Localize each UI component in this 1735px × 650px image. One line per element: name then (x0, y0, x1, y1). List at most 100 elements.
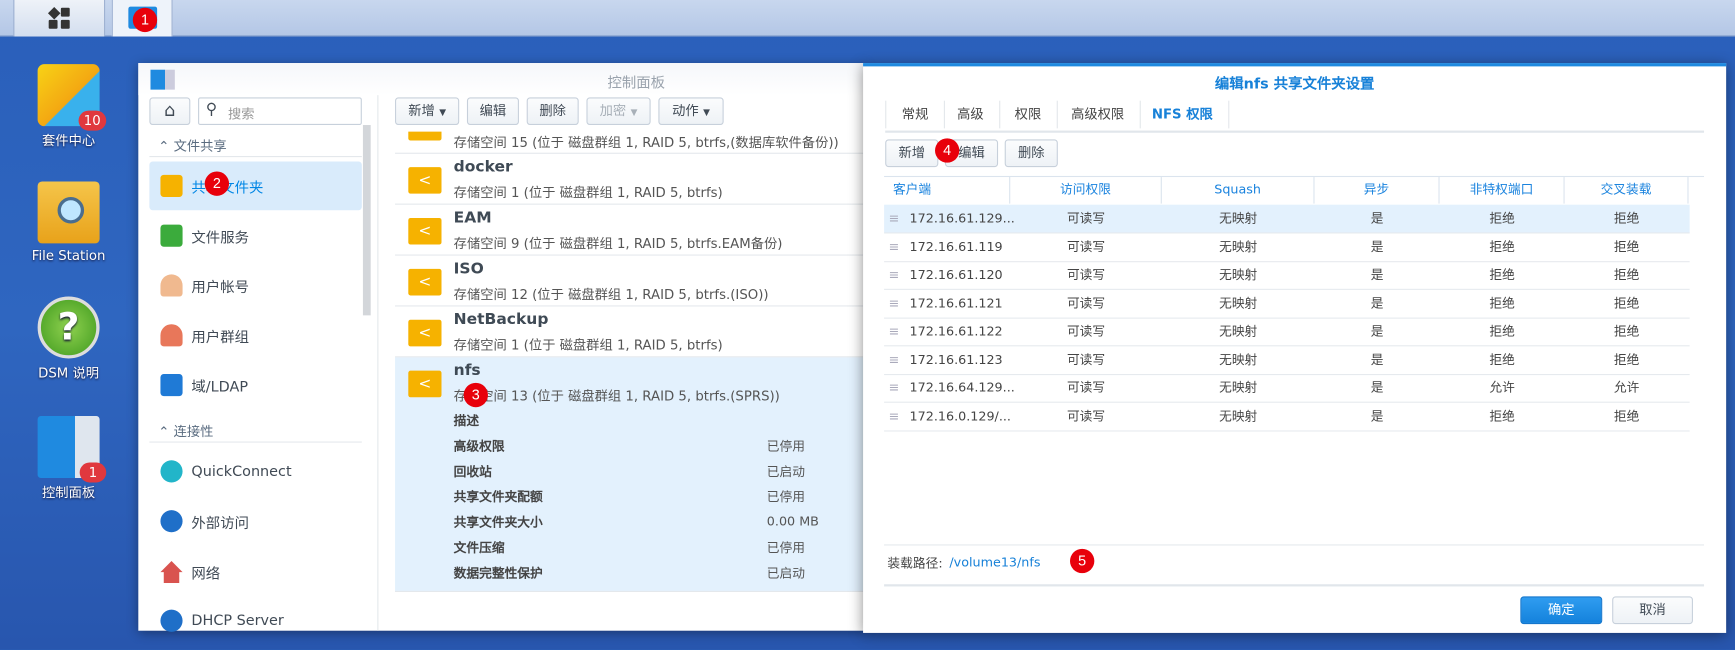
detail-value: 已停用 (766, 539, 805, 556)
search-input[interactable]: ⚲ 搜索 (198, 97, 362, 126)
folder-description: 存储空间 9 (位于 磁盘群组 1, RAID 5, btrfs.EAM备份) (453, 235, 783, 252)
table-row[interactable]: ≡ 172.16.61.119 可读写 无映射 是 拒绝 拒绝 (884, 233, 1690, 262)
globe-icon (160, 510, 183, 533)
list-item[interactable]: < docker 存储空间 1 (位于 磁盘群组 1, RAID 5, btrfs) (395, 154, 866, 205)
cell-non-privileged-port: 拒绝 (1489, 238, 1515, 254)
network-house-icon (160, 561, 183, 584)
cell-cross-mount: 拒绝 (1613, 210, 1640, 226)
cell-async: 是 (1370, 238, 1384, 254)
shared-folder-icon: < (408, 268, 442, 296)
drag-handle-icon[interactable]: ≡ (889, 346, 900, 374)
cell-cross-mount: 拒绝 (1613, 323, 1640, 339)
cell-privilege: 可读写 (1066, 351, 1106, 367)
column-header-squash[interactable]: Squash (1162, 177, 1315, 204)
column-header-cross-mount[interactable]: 交叉装载 (1565, 177, 1689, 204)
table-row[interactable]: ≡ 172.16.61.129... 可读写 无映射 是 拒绝 拒绝 (884, 204, 1690, 234)
list-item[interactable]: < ISO 存储空间 12 (位于 磁盘群组 1, RAID 5, btrfs.(I… (395, 256, 866, 307)
cell-cross-mount: 拒绝 (1613, 407, 1640, 424)
action-dropdown-button[interactable]: 动作 ▼ (658, 97, 724, 126)
section-file-sharing[interactable]: ⌃ 文件共享 (158, 136, 226, 155)
cell-privilege: 可读写 (1066, 210, 1106, 226)
cell-client: 172.16.61.123 (909, 351, 1003, 367)
cell-privilege: 可读写 (1066, 266, 1106, 283)
drag-handle-icon[interactable]: ≡ (889, 374, 900, 402)
folder-description: 存储空间 15 (位于 磁盘群组 1, RAID 5, btrfs,(数据库软件… (453, 134, 839, 151)
cell-non-privileged-port: 拒绝 (1489, 323, 1515, 339)
cancel-button[interactable]: 取消 (1612, 596, 1693, 625)
table-row[interactable]: ≡ 172.16.61.121 可读写 无映射 是 拒绝 拒绝 (884, 289, 1690, 319)
section-connectivity[interactable]: ⌃ 连接性 (158, 422, 213, 441)
list-item[interactable]: 存储空间 15 (位于 磁盘群组 1, RAID 5, btrfs,(数据库软件… (395, 131, 866, 154)
sidebar-item-shared-folder[interactable]: 共享文件夹 (149, 161, 362, 211)
delete-rule-button[interactable]: 删除 (1004, 139, 1058, 168)
mount-path-value: /volume13/nfs (949, 554, 1041, 570)
sidebar-item-label: 文件服务 (191, 229, 249, 247)
domain-icon (160, 374, 183, 397)
drag-handle-icon[interactable]: ≡ (889, 289, 900, 317)
table-row[interactable]: ≡ 172.16.61.120 可读写 无映射 是 拒绝 拒绝 (884, 261, 1690, 290)
sidebar-item-file-services[interactable]: 文件服务 (149, 211, 361, 260)
cell-client: 172.16.61.129... (909, 210, 1015, 226)
detail-value: 已启动 (766, 565, 805, 581)
folder-name: NetBackup (453, 310, 549, 329)
detail-value: 已启动 (766, 463, 805, 480)
tab-nfs-permissions[interactable]: NFS 权限 (1136, 100, 1230, 129)
column-header-privilege[interactable]: 访问权限 (1010, 177, 1162, 204)
file-services-icon (160, 224, 183, 247)
create-rule-button[interactable]: 新增 (885, 139, 939, 168)
create-dropdown-button[interactable]: 新增 ▼ (395, 97, 460, 126)
quickconnect-icon (160, 460, 183, 483)
sidebar-item-user[interactable]: 用户帐号 (149, 261, 361, 310)
main-menu-button[interactable] (13, 0, 106, 37)
table-row[interactable]: ≡ 172.16.64.129... 可读写 无映射 是 允许 允许 (884, 374, 1690, 403)
list-item[interactable]: < EAM 存储空间 9 (位于 磁盘群组 1, RAID 5, btrfs.EAM… (395, 205, 866, 256)
column-header-client[interactable]: 客户端 (884, 177, 1011, 204)
caret-down-icon: ▼ (439, 107, 447, 118)
table-row[interactable]: ≡ 172.16.61.122 可读写 无映射 是 拒绝 拒绝 (884, 318, 1690, 347)
column-header-non-privileged-port[interactable]: 非特权端口 (1440, 177, 1565, 204)
detail-label: 高级权限 (453, 438, 505, 454)
edit-button[interactable]: 编辑 (466, 97, 519, 126)
sidebar-item-dhcp-server[interactable]: DHCP Server (149, 596, 361, 645)
column-header-async[interactable]: 异步 (1315, 177, 1440, 204)
table-row[interactable]: ≡ 172.16.61.123 可读写 无映射 是 拒绝 拒绝 (884, 346, 1690, 375)
delete-button[interactable]: 删除 (526, 97, 579, 126)
cell-privilege: 可读写 (1066, 407, 1106, 424)
ok-button[interactable]: 确定 (1520, 596, 1603, 625)
dialog-title: 编辑nfs 共享文件夹设置 (1214, 76, 1375, 93)
section-label: 连接性 (173, 423, 214, 440)
tab-advanced[interactable]: 高级 (942, 100, 1001, 129)
folder-description: 存储空间 1 (位于 磁盘群组 1, RAID 5, btrfs) (453, 184, 723, 201)
desktop-icon-package-center[interactable]: 10 套件中心 (19, 64, 119, 149)
sidebar-item-external-access[interactable]: 外部访问 (149, 497, 361, 546)
drag-handle-icon[interactable]: ≡ (889, 261, 900, 289)
cell-squash: 无映射 (1219, 351, 1258, 367)
sidebar-item-group[interactable]: 用户群组 (149, 311, 361, 360)
table-row[interactable]: ≡ 172.16.0.129/... 可读写 无映射 是 拒绝 拒绝 (884, 402, 1690, 431)
drag-handle-icon[interactable]: ≡ (889, 233, 900, 261)
edit-shared-folder-dialog: 编辑nfs 共享文件夹设置 常规 高级 权限 高级权限 NFS 权限 新增 编辑… (863, 63, 1727, 633)
tab-permissions[interactable]: 权限 (999, 100, 1058, 129)
desktop-icon-label: 控制面板 (42, 484, 96, 501)
desktop-icon-dsm-help[interactable]: ? DSM 说明 (19, 296, 119, 382)
drag-handle-icon[interactable]: ≡ (889, 402, 900, 430)
sidebar-scrollbar[interactable] (362, 125, 371, 316)
desktop-icon-control-panel[interactable]: 1 控制面板 (19, 416, 119, 501)
detail-label: 描述 (453, 412, 480, 429)
home-button[interactable]: ⌂ (149, 97, 191, 126)
sidebar-item-domain-ldap[interactable]: 域/LDAP (149, 361, 361, 410)
drag-handle-icon[interactable]: ≡ (889, 205, 900, 233)
tab-advanced-permissions[interactable]: 高级权限 (1056, 100, 1141, 129)
folder-description: 存储空间 1 (位于 磁盘群组 1, RAID 5, btrfs) (453, 337, 723, 353)
tab-general[interactable]: 常规 (885, 100, 945, 129)
drag-handle-icon[interactable]: ≡ (889, 318, 900, 346)
desktop-icon-file-station[interactable]: File Station (19, 181, 119, 263)
taskbar (0, 0, 1735, 37)
detail-value: 已停用 (766, 438, 805, 454)
sidebar-item-quickconnect[interactable]: QuickConnect (149, 447, 361, 496)
sidebar-item-network[interactable]: 网络 (149, 548, 361, 597)
search-icon: ⚲ (205, 100, 218, 119)
cell-client: 172.16.61.120 (909, 266, 1003, 283)
list-item[interactable]: < NetBackup 存储空间 1 (位于 磁盘群组 1, RAID 5, btr… (395, 307, 866, 358)
sidebar-item-label: 用户帐号 (191, 279, 249, 296)
